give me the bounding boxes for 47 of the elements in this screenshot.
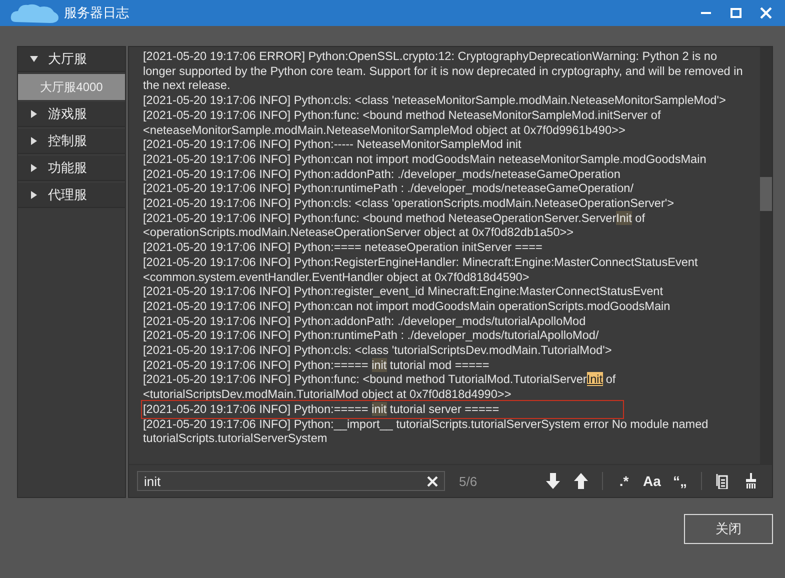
search-option-toggle[interactable]: .* [613,470,635,492]
clear-icon[interactable] [427,476,438,486]
log-line: [2021-05-20 19:17:06 INFO] Python:cls: <class 'tutorialScriptsDev.modMain.TutorialMod'> [143,343,613,358]
expanded-triangle-icon [30,55,38,63]
log-line: [2021-05-20 19:17:06 INFO] Python:can not import modGoodsMain operationScripts.modGoodsMain [143,298,672,314]
window-title: 服务器日志 [64,4,129,22]
log-line: [2021-05-20 19:17:06 INFO] Python:runtimePath : ./developer_mods/neteaseGameOperation/ [143,181,635,196]
tree-item[interactable]: 大厅服 [18,47,125,72]
log-line: [2021-05-20 19:17:06 INFO] Python:addonPath: ./developer_mods/neteaseGameOperation [143,166,622,182]
tree-item[interactable]: 游戏服 [18,102,125,127]
minimize-icon [701,12,711,14]
log-line: [2021-05-20 19:17:06 INFO] Python:cls: <class 'operationScripts.modMain.NeteaseOperationServer'> [143,196,676,211]
broom-icon [744,473,758,489]
tree-item[interactable]: 代理服 [18,183,125,208]
scrollbar[interactable] [760,47,772,464]
copy-icon [716,473,730,489]
log-line: [2021-05-20 19:17:06 INFO] Python:===== init tutorial server ===== [143,402,622,417]
search-option-toggle[interactable]: “„ [669,470,691,492]
log-line: [2021-05-20 19:17:06 INFO] Python:func: <bound method NeteaseOperationServer.ServerInit of <operationScripts.modMain.NeteaseOperationServer object at 0x7f0d82db1a50>> [143,210,646,240]
cloud-logo-icon [10,2,60,24]
log-line: [2021-05-20 19:17:06 INFO] Python:func: <bound method NeteaseMonitorSampleMod.initServer of <neteaseMonitorSample.modMain.NeteaseMonitorSampleMod object at 0x7f0d9961b490>> [143,108,662,138]
log-line: [2021-05-20 19:17:06 INFO] Python:RegisterEngineHandler: Minecraft:Engine:MasterConnectStatusEvent <common.system.eventHandler.EventHandler object at 0x7f0d818d4590> [143,254,699,284]
collapsed-triangle-icon [30,137,38,145]
down-arrow-icon [546,473,560,489]
match-count: 5/6 [459,474,478,488]
log-line: [2021-05-20 19:17:06 INFO] Python:__import__ tutorialScripts.tutorialServerSystem error No module named tutorialScripts.tutorialServerSystem [143,416,710,446]
log-line: [2021-05-20 19:17:06 ERROR] Python:OpenSSL.crypto:12: CryptographyDeprecationWarning: Python 2 is no longer supported by the Python core team. Support for it is now deprecated in cryptography, and will be removed in the next release. [143,49,744,94]
scrollbar-thumb[interactable] [760,177,772,211]
log-line: [2021-05-20 19:17:06 INFO] Python:cls: <class 'neteaseMonitorSample.modMain.NeteaseMonitorSampleMod'> [143,93,727,108]
log-line: [2021-05-20 19:17:06 INFO] Python:can not import modGoodsMain neteaseMonitorSample.modGoodsMain [143,152,708,167]
up-arrow-icon [574,473,588,489]
log-line: [2021-05-20 19:17:06 INFO] Python:runtimePath : ./developer_mods/tutorialApolloMod/ [143,328,600,344]
search-field[interactable]: init [137,471,445,491]
log-line: [2021-05-20 19:17:06 INFO] Python:==== neteaseOperation initServer ==== [143,240,544,255]
close-dialog-button[interactable]: 关闭 [684,514,773,544]
log-line: [2021-05-20 19:17:06 INFO] Python:register_event_id Minecraft:Engine:MasterConnectStatusEvent [143,284,664,299]
log-line: [2021-05-20 19:17:06 INFO] Python:----- NeteaseMonitorSampleMod init [143,137,522,152]
collapsed-triangle-icon [30,191,38,199]
log-line: [2021-05-20 19:17:06 INFO] Python:===== init tutorial mod ===== [143,358,490,372]
collapsed-triangle-icon [30,164,38,172]
maximize-icon [730,7,742,19]
search-option-toggle[interactable]: Aa [641,470,663,492]
tree-item[interactable]: 控制服 [18,129,125,154]
tree-item[interactable]: 功能服 [18,156,125,181]
close-icon [760,7,772,19]
log-line: [2021-05-20 19:17:06 INFO] Python:addonPath: ./developer_mods/tutorialApolloMod [143,314,587,328]
collapsed-triangle-icon [30,110,38,118]
